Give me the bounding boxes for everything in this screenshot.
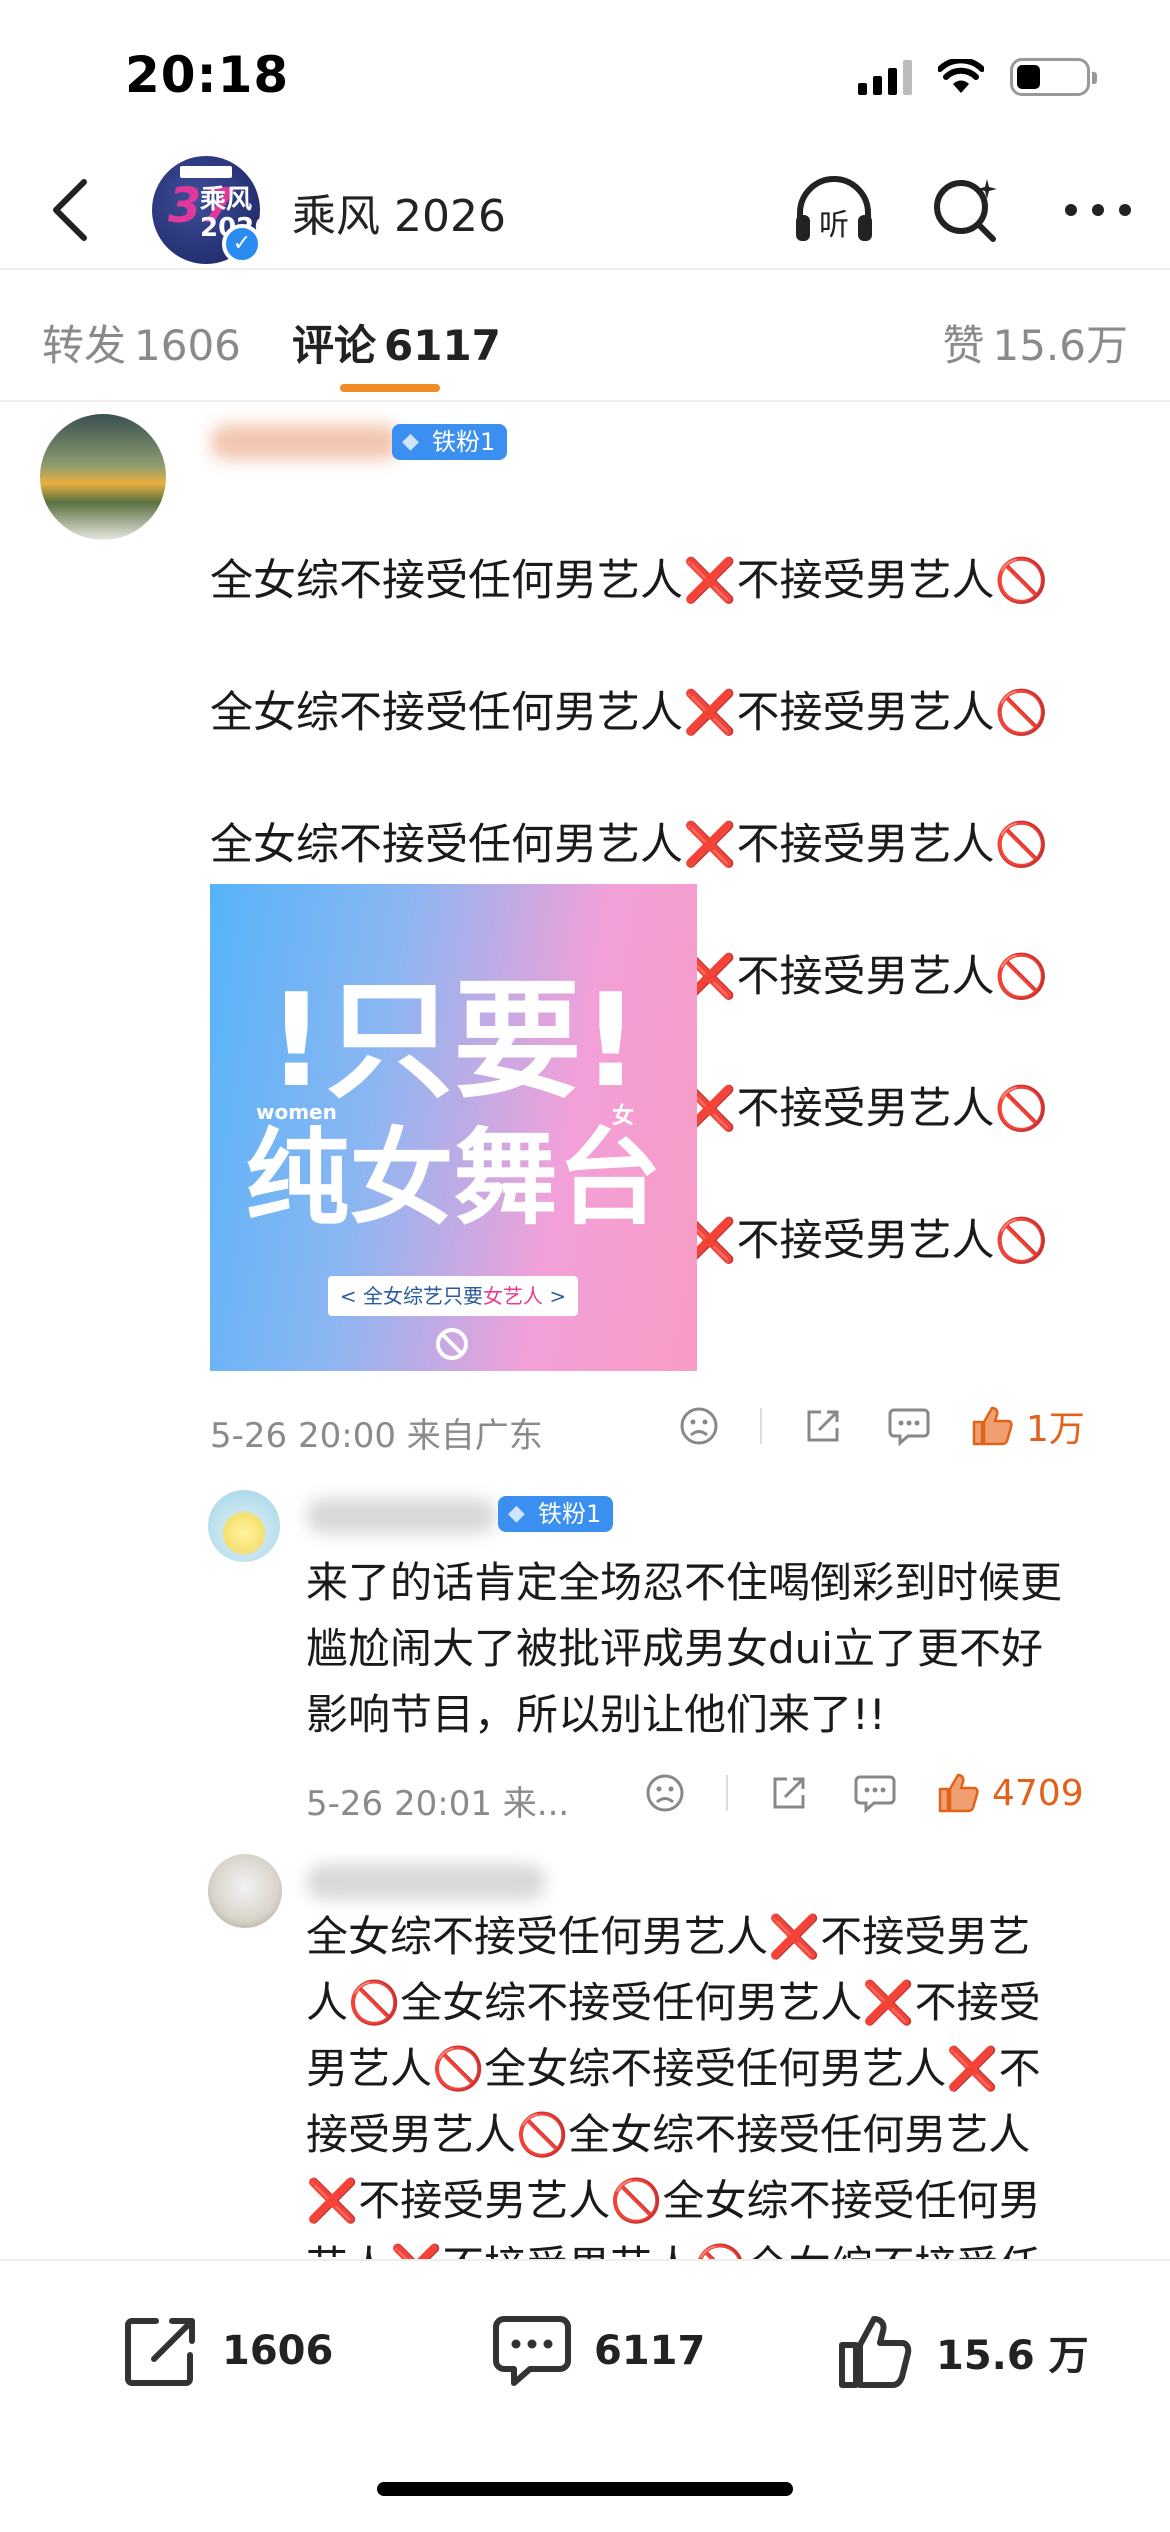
chevron-left-icon xyxy=(53,179,87,241)
reply-actions: 4709 xyxy=(640,1768,1084,1818)
comment-bubble-icon xyxy=(854,1775,896,1813)
ribbon-text: < 全女综艺只要 xyxy=(339,1284,483,1308)
comment-actions: 1万 xyxy=(674,1400,1085,1452)
back-button[interactable] xyxy=(30,170,110,250)
dislike-button[interactable] xyxy=(674,1401,724,1451)
share-button[interactable] xyxy=(764,1768,814,1818)
home-indicator xyxy=(377,2482,793,2496)
like-button[interactable]: 4709 xyxy=(936,1771,1084,1815)
cellular-signal-icon xyxy=(858,59,912,95)
image-ribbon: < 全女综艺只要女艺人 > xyxy=(328,1276,578,1316)
comment-line: 全女综不接受任何男艺人❌不接受男艺人🚫 xyxy=(210,688,1049,738)
search-sparkle-icon xyxy=(934,179,997,242)
like-button[interactable]: 1万 xyxy=(970,1400,1085,1452)
action-divider xyxy=(760,1408,762,1444)
like-post-button[interactable]: 15.6 万 xyxy=(836,2313,1089,2391)
like-count: 1万 xyxy=(1026,1409,1085,1450)
tab-reposts-count: 1606 xyxy=(134,321,241,370)
tab-likes[interactable]: 赞 15.6万 xyxy=(942,312,1128,373)
more-dots-icon xyxy=(1065,204,1131,216)
comment-line: 全女综不接受任何男艺人❌不接受男艺人🚫 xyxy=(210,820,1049,870)
replier-avatar[interactable] xyxy=(208,1490,280,1562)
image-headline: !只要! xyxy=(267,967,640,1116)
comment-meta: 5-26 20:00 来自广东 xyxy=(210,1416,543,1456)
reply-text: 全女综不接受任何男艺人❌不接受男艺 人🚫全女综不接受任何男艺人❌不接受 男艺人🚫… xyxy=(306,1912,1041,2259)
more-button[interactable] xyxy=(1056,168,1140,252)
comment-line: 全女综不接受任何男艺人❌不接受男艺人🚫 xyxy=(210,556,1049,606)
sad-face-icon xyxy=(680,1407,718,1445)
nav-bar: 37 乘风 2026 ✓ 乘风 2026 听 xyxy=(0,150,1170,270)
status-bar: 20:18 xyxy=(0,0,1170,150)
tab-reposts-label: 转发 xyxy=(42,321,127,370)
comment-image[interactable]: !只要! women 女 纯女舞台 < 全女综艺只要女艺人 > xyxy=(210,884,697,1371)
wifi-icon xyxy=(938,59,984,93)
action-divider xyxy=(726,1775,728,1811)
avatar-logo-strip xyxy=(180,166,232,178)
commenter-name-blurred[interactable] xyxy=(210,424,400,460)
replier-name-blurred[interactable] xyxy=(306,1864,546,1900)
comment-count: 6117 xyxy=(594,2328,706,2374)
channel-name[interactable]: 乘风 2026 xyxy=(292,180,506,244)
headphones-icon: 听 xyxy=(796,176,872,243)
replier-name-blurred[interactable] xyxy=(306,1498,496,1534)
listen-button[interactable]: 听 xyxy=(792,168,876,252)
status-time: 20:18 xyxy=(125,46,290,104)
battery-icon xyxy=(1010,58,1097,96)
commenter-avatar[interactable] xyxy=(40,414,166,540)
repost-icon xyxy=(125,2318,195,2386)
reply-item: 铁粉1 来了的话肯定全场忍不住喝倒彩到时候更 尴尬闹大了被批评成男女dui立了更… xyxy=(0,1484,1170,1854)
comment-list: 铁粉1 全女综不接受任何男艺人❌不接受男艺人🚫 全女综不接受任何男艺人❌不接受男… xyxy=(0,404,1170,2259)
thumbs-up-icon xyxy=(972,1406,1013,1446)
prohibited-icon xyxy=(436,1328,468,1360)
battery-level xyxy=(1017,65,1040,89)
comment-button[interactable]: 6117 xyxy=(492,2313,705,2389)
reply-button[interactable] xyxy=(884,1401,934,1451)
tab-comments-label: 评论 xyxy=(292,321,377,370)
share-icon xyxy=(807,1410,839,1442)
image-subheadline: 纯女舞台 xyxy=(245,1117,662,1239)
ribbon-highlight: 女艺人 xyxy=(483,1284,543,1308)
tab-bar: 转发 1606 评论 6117 赞 15.6万 xyxy=(0,272,1170,402)
status-icons xyxy=(858,52,1097,102)
comment-bubble-icon xyxy=(888,1408,930,1446)
comment-bubble-icon xyxy=(493,2316,571,2386)
fan-badge: 铁粉1 xyxy=(392,424,508,460)
nav-actions: 听 xyxy=(792,168,1140,252)
fan-badge: 铁粉1 xyxy=(498,1496,614,1532)
sad-face-icon xyxy=(646,1774,684,1812)
dislike-button[interactable] xyxy=(640,1768,690,1818)
repost-button[interactable]: 1606 xyxy=(122,2313,333,2389)
comment-item: 铁粉1 全女综不接受任何男艺人❌不接受男艺人🚫 全女综不接受任何男艺人❌不接受男… xyxy=(0,404,1170,1456)
tab-comments-count: 6117 xyxy=(384,321,501,370)
verified-badge-icon: ✓ xyxy=(222,224,262,264)
reply-text: 来了的话肯定全场忍不住喝倒彩到时候更 尴尬闹大了被批评成男女dui立了更不好 影… xyxy=(306,1558,1063,1739)
tab-likes-label: 赞 xyxy=(942,321,985,370)
share-button[interactable] xyxy=(798,1401,848,1451)
active-tab-indicator xyxy=(340,384,440,392)
replier-avatar[interactable] xyxy=(208,1854,282,1928)
listen-label: 听 xyxy=(819,208,849,243)
share-icon xyxy=(773,1777,805,1809)
thumbs-up-icon xyxy=(839,2316,912,2388)
reply-button[interactable] xyxy=(850,1768,900,1818)
reply-meta: 5-26 20:01 来... xyxy=(306,1784,570,1824)
thumbs-up-icon xyxy=(938,1773,979,1813)
like-count: 4709 xyxy=(992,1772,1084,1814)
repost-count: 1606 xyxy=(222,2328,334,2374)
like-post-count: 15.6 万 xyxy=(936,2333,1089,2379)
reply-item: 全女综不接受任何男艺人❌不接受男艺 人🚫全女综不接受任何男艺人❌不接受 男艺人🚫… xyxy=(0,1854,1170,2259)
tab-likes-count: 15.6万 xyxy=(992,321,1128,370)
ribbon-end: > xyxy=(543,1284,567,1308)
tab-reposts[interactable]: 转发 1606 xyxy=(42,312,241,373)
search-button[interactable] xyxy=(924,168,1008,252)
tab-comments[interactable]: 评论 6117 xyxy=(292,312,501,373)
